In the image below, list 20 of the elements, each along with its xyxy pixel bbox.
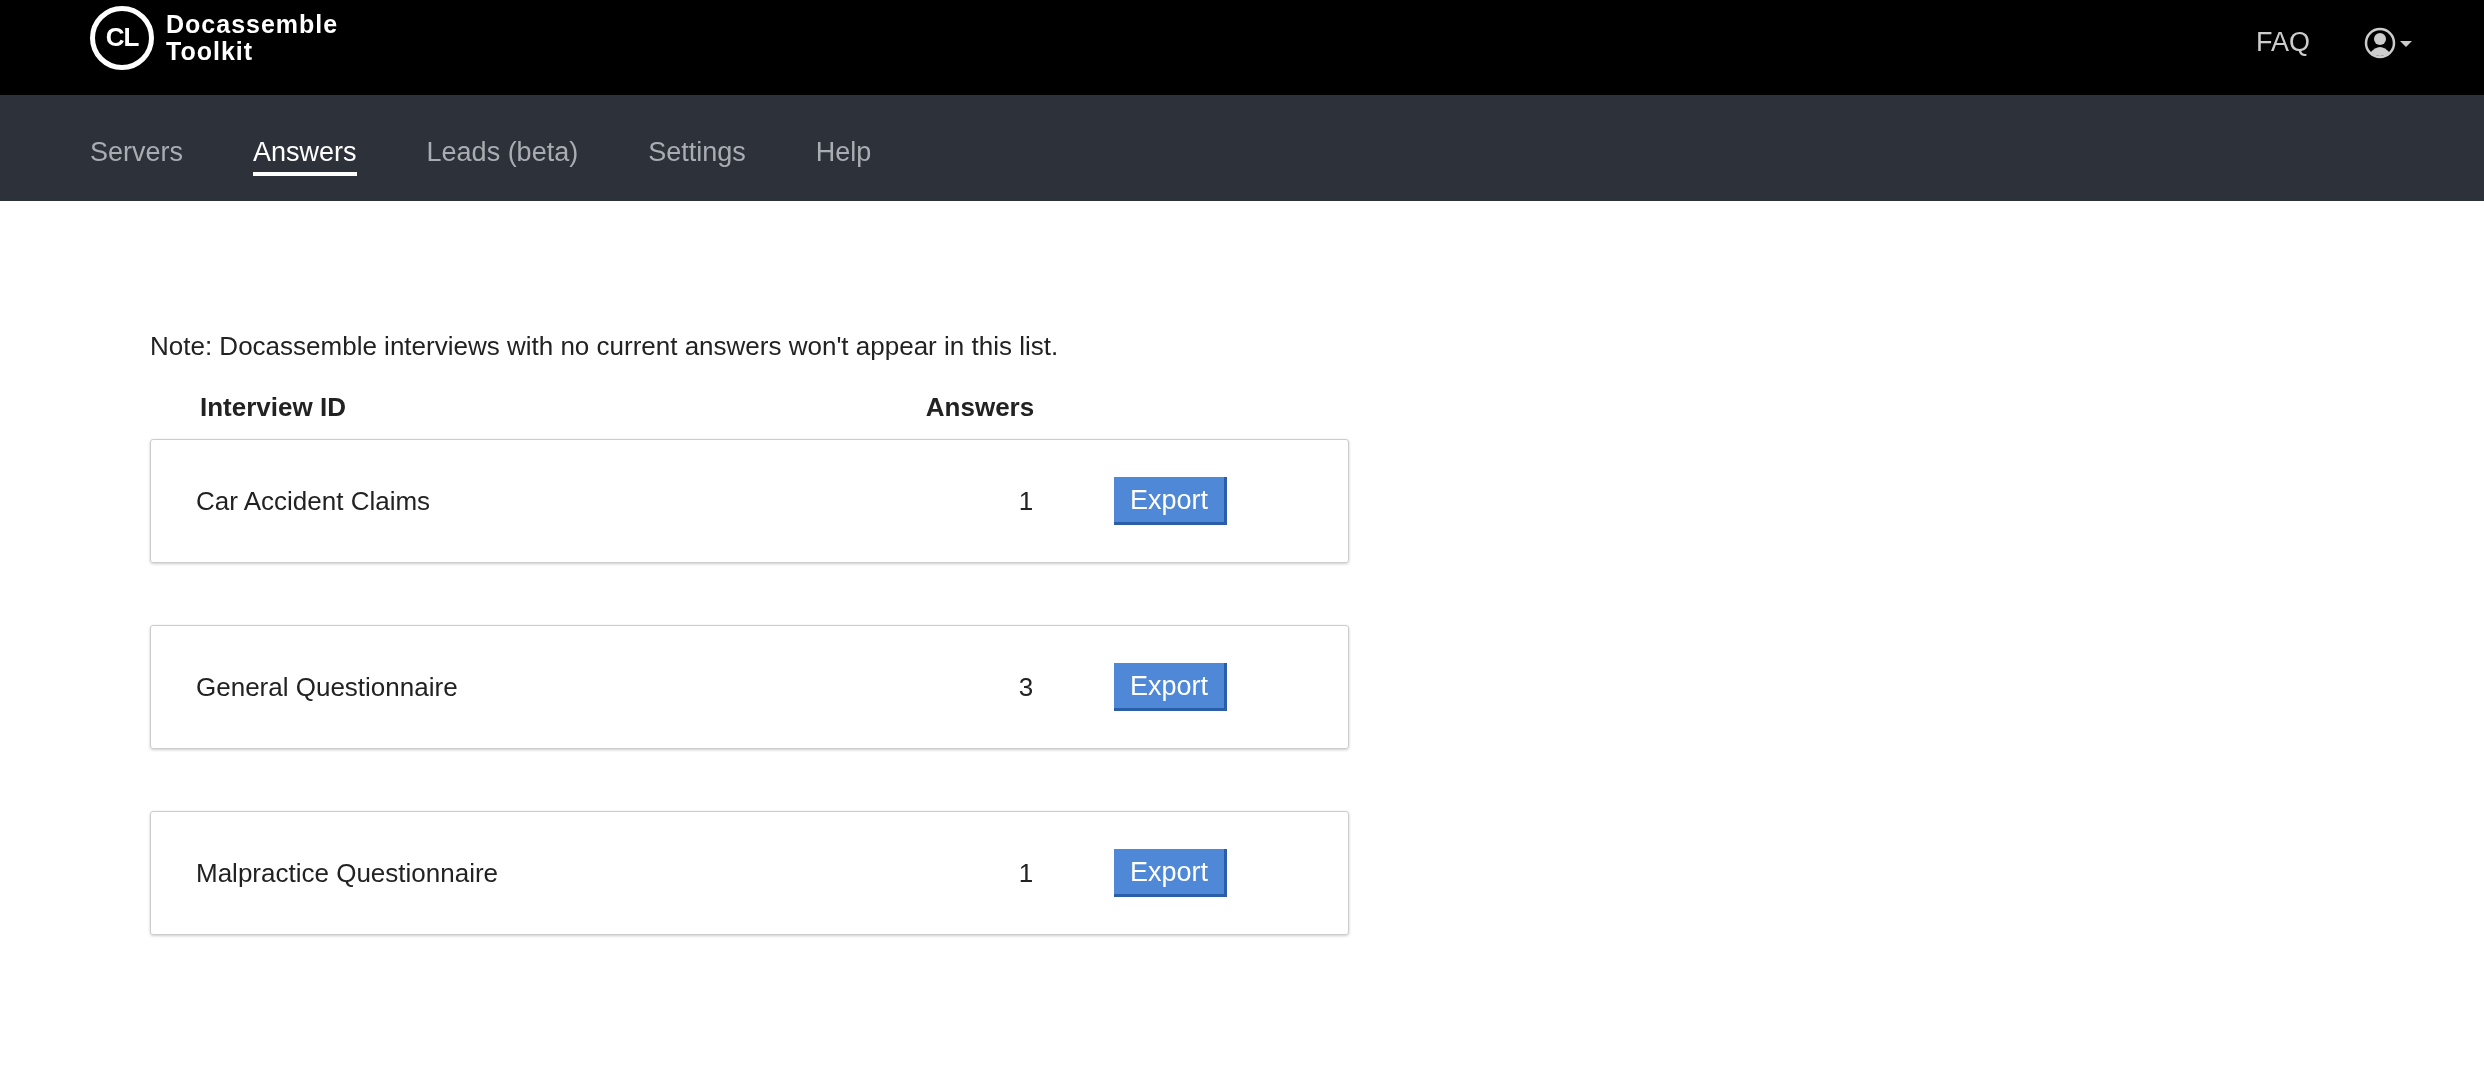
answer-count: 3	[1017, 671, 1035, 703]
export-button[interactable]: Export	[1114, 477, 1228, 525]
brand-name: Docassemble Toolkit	[166, 10, 339, 65]
export-button[interactable]: Export	[1114, 849, 1228, 897]
nav-tab[interactable]: Servers	[90, 130, 184, 176]
column-header: Answers	[924, 392, 1036, 423]
answer-count: 1	[1017, 485, 1035, 517]
logo[interactable]: CL	[90, 5, 154, 70]
export-button[interactable]: Export	[1114, 663, 1228, 711]
answer-count: 1	[1017, 857, 1035, 889]
nav-tab[interactable]: Answers	[253, 130, 357, 176]
nav-tab[interactable]: Settings	[648, 130, 746, 176]
nav-tab[interactable]: Help	[815, 130, 872, 176]
interview-name: General Questionnaire	[196, 671, 459, 703]
note-text: Note: Docassemble interviews with no current answers won't appear in this list.	[150, 331, 1060, 362]
column-header: Interview ID	[200, 392, 347, 423]
interview-name: Car Accident Claims	[196, 485, 432, 517]
interview-name: Malpractice Questionnaire	[196, 857, 500, 889]
nav-tab[interactable]: Leads (beta)	[426, 130, 579, 176]
faq-link[interactable]: FAQ	[2256, 27, 2310, 57]
